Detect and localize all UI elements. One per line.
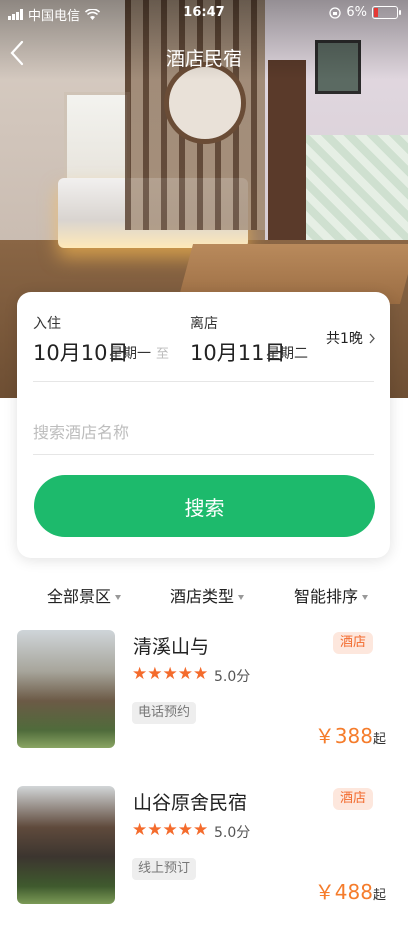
search-button[interactable]: 搜索	[34, 475, 375, 537]
checkout-label: 离店	[190, 316, 218, 332]
hotel-name: 山谷原舍民宿	[133, 792, 248, 814]
checkout-weekday: 星期二	[266, 346, 308, 362]
filter-label: 智能排序	[294, 587, 359, 606]
price-suffix: 起	[372, 732, 386, 747]
date-separator: 至	[156, 347, 170, 362]
battery-icon	[372, 6, 401, 19]
nights-label: 共1晚	[326, 331, 363, 347]
caret-down-icon	[362, 595, 369, 600]
hotel-thumbnail	[17, 630, 115, 748]
hotel-price: ￥488起	[315, 876, 386, 905]
filter-label: 酒店类型	[170, 587, 235, 606]
checkin-weekday: 星期一	[109, 346, 151, 362]
checkin-label: 入住	[33, 316, 61, 332]
hotel-name: 清溪山与	[133, 636, 210, 658]
hotel-price: ￥388起	[315, 720, 386, 749]
rotation-lock-icon	[329, 6, 342, 19]
divider	[33, 381, 374, 382]
hotel-score: 5.0分	[214, 669, 251, 685]
hotel-search-input[interactable]	[33, 412, 363, 452]
hotel-type-badge: 酒店	[333, 788, 373, 810]
search-card: 入住 10月10日 星期一 至 离店 10月11日 星期二 共1晚 搜索	[17, 292, 390, 558]
price-value: ￥388	[314, 724, 373, 748]
star-rating-icon: ★★★★★	[132, 664, 209, 684]
price-suffix: 起	[372, 888, 386, 903]
price-value: ￥488	[314, 880, 373, 904]
hotel-list-item[interactable]: 清溪山与 酒店 ★★★★★ 5.0分 电话预约 ￥388起	[0, 630, 408, 770]
filter-hotel-type[interactable]: 酒店类型	[170, 583, 245, 607]
hotel-type-badge: 酒店	[333, 632, 373, 654]
booking-method-chip: 线上预订	[132, 858, 197, 880]
divider	[33, 454, 374, 455]
hotel-list-item[interactable]: 山谷原舍民宿 酒店 ★★★★★ 5.0分 线上预订 ￥488起	[0, 786, 408, 926]
star-rating-icon: ★★★★★	[132, 820, 209, 840]
hotel-thumbnail	[17, 786, 115, 904]
caret-down-icon	[238, 595, 245, 600]
page-title: 酒店民宿	[165, 48, 242, 70]
booking-method-chip: 电话预约	[132, 702, 197, 724]
filter-scenic-area[interactable]: 全部景区	[47, 583, 122, 607]
battery-percent: 6%	[346, 5, 367, 20]
caret-down-icon	[115, 595, 122, 600]
status-bar: 中国电信 16:47 6%	[0, 0, 408, 26]
filter-label: 全部景区	[47, 587, 112, 606]
filter-sort[interactable]: 智能排序	[294, 583, 369, 607]
nights-selector[interactable]: 共1晚	[326, 328, 375, 348]
chevron-right-icon	[369, 333, 375, 343]
hotel-score: 5.0分	[214, 825, 251, 841]
